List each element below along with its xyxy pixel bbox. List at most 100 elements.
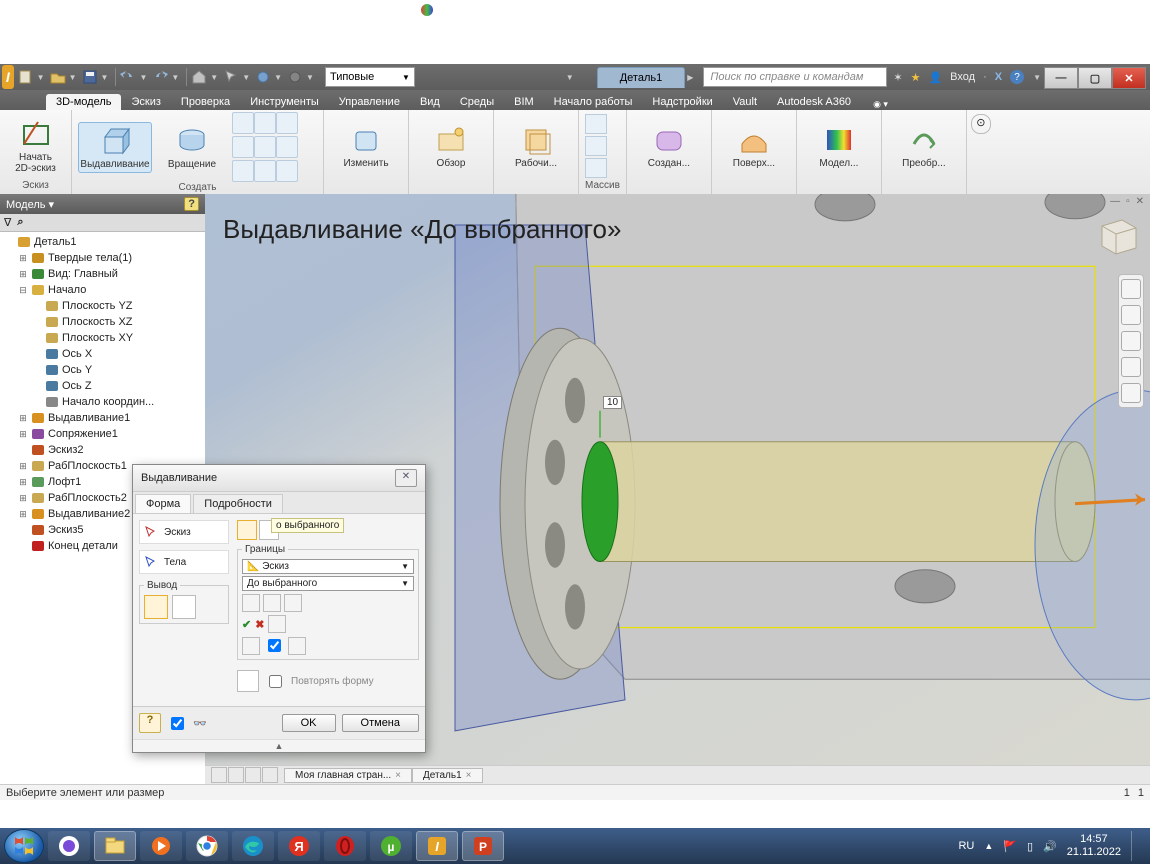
visual-style-dropdown[interactable]: Типовые▼	[325, 67, 415, 87]
ribbon-tab-bim[interactable]: BIM	[504, 94, 544, 110]
tree-item[interactable]: Плоскость XY	[0, 330, 205, 346]
ribbon-tab-env[interactable]: Среды	[450, 94, 504, 110]
preview-checkbox[interactable]	[171, 717, 184, 730]
taskbar-app-utorrent[interactable]: µ	[370, 831, 412, 861]
tree-item[interactable]: Ось Z	[0, 378, 205, 394]
cancel-icon[interactable]: ✖	[255, 618, 264, 631]
filter-icon[interactable]: ∇	[4, 216, 11, 229]
taskbar-app-edge[interactable]	[232, 831, 274, 861]
work-features-button[interactable]: Рабочи...	[500, 122, 572, 171]
material-icon[interactable]	[255, 69, 271, 85]
explore-button[interactable]: Обзор	[415, 122, 487, 171]
doctab-home[interactable]: Моя главная стран...×	[284, 768, 412, 783]
taskbar-app-inventor[interactable]: I	[416, 831, 458, 861]
select-icon[interactable]	[223, 69, 239, 85]
freeform-create-button[interactable]: Создан...	[633, 122, 705, 171]
mirror-icon[interactable]	[585, 158, 607, 178]
ribbon-tab-addins[interactable]: Надстройки	[642, 94, 722, 110]
apply-icon[interactable]: ✔	[242, 618, 251, 631]
viewcube[interactable]	[1092, 208, 1142, 258]
dir1-button[interactable]	[242, 594, 260, 612]
ribbon-tab-view[interactable]: Вид	[410, 94, 450, 110]
taskbar-app-media[interactable]	[140, 831, 182, 861]
doctab-part[interactable]: Деталь1×	[412, 768, 482, 783]
save-icon[interactable]	[82, 69, 98, 85]
select-terminator-button[interactable]	[242, 637, 260, 655]
doc-tab-chevron-icon[interactable]: ▶	[687, 73, 693, 82]
dialog-expand-handle[interactable]: ▲	[133, 739, 425, 752]
taskbar-app-opera[interactable]	[324, 831, 366, 861]
flip-button[interactable]	[268, 615, 286, 633]
lookat-icon[interactable]	[1121, 383, 1141, 403]
tray-network-icon[interactable]: ▯	[1027, 840, 1033, 853]
new-icon[interactable]	[18, 69, 34, 85]
revolve-button[interactable]: Вращение	[156, 123, 228, 172]
redo-icon[interactable]	[152, 69, 168, 85]
exchange-icon[interactable]: X	[995, 71, 1002, 83]
browser-help-icon[interactable]: ?	[184, 197, 199, 211]
tree-item[interactable]: ⊞Вид: Главный	[0, 266, 205, 282]
dir-sym-button[interactable]	[284, 594, 302, 612]
taskbar-app-yabrowser[interactable]	[48, 831, 90, 861]
taskbar-app-chrome[interactable]	[186, 831, 228, 861]
dialog-tab-shape[interactable]: Форма	[135, 494, 191, 513]
ribbon-tab-manage[interactable]: Управление	[329, 94, 410, 110]
circ-pattern-icon[interactable]	[585, 136, 607, 156]
ribbon-tab-vault[interactable]: Vault	[723, 94, 767, 110]
tray-chevron-icon[interactable]: ▲	[984, 841, 993, 851]
ribbon-tab-sketch[interactable]: Эскиз	[121, 94, 170, 110]
login-link[interactable]: Вход	[950, 71, 975, 83]
tray-lang[interactable]: RU	[958, 840, 974, 852]
start-button[interactable]	[4, 829, 44, 863]
tree-item[interactable]: Плоскость YZ	[0, 298, 205, 314]
tree-item[interactable]: Ось X	[0, 346, 205, 362]
ribbon-tab-start[interactable]: Начало работы	[544, 94, 643, 110]
subscription-icon[interactable]: ✶	[893, 71, 902, 84]
dialog-close-button[interactable]: ✕	[395, 469, 417, 487]
terminator-icon[interactable]	[288, 637, 306, 655]
tray-flag-icon[interactable]: 🚩	[1003, 840, 1017, 853]
extrude-button[interactable]: Выдавливание	[78, 122, 152, 173]
maximize-button[interactable]: ▢	[1078, 67, 1112, 89]
tree-item[interactable]: Плоскость XZ	[0, 314, 205, 330]
tray-volume-icon[interactable]: 🔊	[1043, 840, 1057, 853]
repeat-shape-checkbox[interactable]	[269, 675, 282, 688]
taskbar-app-powerpoint[interactable]: P	[462, 831, 504, 861]
tree-item[interactable]: Эскиз2	[0, 442, 205, 458]
minimize-button[interactable]: —	[1044, 67, 1078, 89]
document-tab[interactable]: Деталь1	[597, 67, 686, 88]
user-icon[interactable]: 👤	[928, 71, 942, 84]
tree-item[interactable]: ⊞Сопряжение1	[0, 426, 205, 442]
profile-selector[interactable]: Эскиз	[139, 520, 229, 544]
tray-clock[interactable]: 14:5721.11.2022	[1067, 833, 1121, 858]
dir2-button[interactable]	[263, 594, 281, 612]
show-desktop-button[interactable]	[1131, 831, 1140, 861]
pan-icon[interactable]	[1121, 305, 1141, 325]
open-icon[interactable]	[50, 69, 66, 85]
surface-button[interactable]: Поверх...	[718, 122, 790, 171]
ribbon-tab-3dmodel[interactable]: 3D-модель	[46, 94, 121, 110]
app-logo-icon[interactable]: I	[2, 65, 14, 89]
solids-selector[interactable]: Тела	[139, 550, 229, 574]
from-sketch-dropdown[interactable]: 📐 Эскиз▼	[242, 559, 414, 574]
home-icon[interactable]	[191, 69, 207, 85]
convert-button[interactable]: Преобр...	[888, 122, 960, 171]
output-surface-button[interactable]	[172, 595, 196, 619]
orbit-icon[interactable]	[1121, 357, 1141, 377]
rect-pattern-icon[interactable]	[585, 114, 607, 134]
dialog-help-button[interactable]: ?	[139, 713, 161, 733]
ribbon-tab-inspect[interactable]: Проверка	[171, 94, 240, 110]
extent-dropdown[interactable]: До выбранного▼	[242, 576, 414, 591]
appearance-icon[interactable]	[287, 69, 303, 85]
dialog-tab-more[interactable]: Подробности	[193, 494, 283, 513]
op-join-button[interactable]	[237, 520, 257, 540]
start-2d-sketch-button[interactable]: Начать 2D-эскиз	[6, 116, 65, 176]
vp-min-icon[interactable]: —	[1110, 196, 1120, 207]
taskbar-app-explorer[interactable]	[94, 831, 136, 861]
nav-bar[interactable]	[1118, 274, 1144, 408]
favorite-icon[interactable]: ★	[911, 71, 921, 84]
taskbar-app-yandex[interactable]: Я	[278, 831, 320, 861]
vp-close-icon[interactable]: ✕	[1136, 196, 1144, 207]
help-icon[interactable]: ?	[1010, 70, 1024, 84]
simulate-button[interactable]: Модел...	[803, 122, 875, 171]
